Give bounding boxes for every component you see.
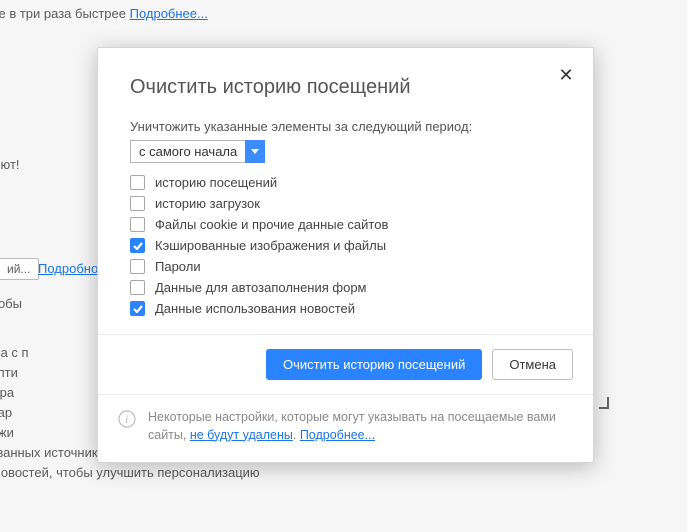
checkbox[interactable] (130, 238, 145, 253)
modal-overlay: ✕ Очистить историю посещений Уничтожить … (0, 0, 687, 532)
checkbox[interactable] (130, 259, 145, 274)
option-row: историю загрузок (130, 196, 561, 211)
option-label: историю загрузок (155, 196, 260, 211)
dialog-note: i Некоторые настройки, которые могут ука… (98, 394, 593, 462)
option-label: Файлы cookie и прочие данные сайтов (155, 217, 388, 232)
close-button[interactable]: ✕ (555, 64, 577, 86)
period-select[interactable]: с самого начала (130, 140, 561, 163)
option-label: Данные для автозаполнения форм (155, 280, 367, 295)
checkbox[interactable] (130, 217, 145, 232)
option-label: Данные использования новостей (155, 301, 355, 316)
period-select-value: с самого начала (130, 140, 245, 163)
option-label: Кэшированные изображения и файлы (155, 238, 386, 253)
option-row: Данные использования новостей (130, 301, 561, 316)
svg-text:i: i (125, 412, 128, 426)
option-row: Файлы cookie и прочие данные сайтов (130, 217, 561, 232)
note-sep: . (293, 428, 300, 442)
option-label: Пароли (155, 259, 201, 274)
checkbox[interactable] (130, 175, 145, 190)
checkbox[interactable] (130, 196, 145, 211)
close-icon: ✕ (558, 65, 573, 86)
checkbox[interactable] (130, 301, 145, 316)
cancel-button[interactable]: Отмена (492, 349, 573, 380)
options-list: историю посещений историю загрузок Файлы c… (130, 175, 561, 316)
dialog-title: Очистить историю посещений (130, 76, 561, 99)
note-link-more[interactable]: Подробнее... (300, 428, 375, 442)
option-label: историю посещений (155, 175, 277, 190)
note-link-kept[interactable]: не будут удалены (190, 428, 293, 442)
option-row: Пароли (130, 259, 561, 274)
option-row: историю посещений (130, 175, 561, 190)
period-label: Уничтожить указанные элементы за следующ… (130, 119, 561, 134)
note-text: Некоторые настройки, которые могут указы… (148, 409, 573, 444)
clear-button[interactable]: Очистить историю посещений (266, 349, 482, 380)
option-row: Кэшированные изображения и файлы (130, 238, 561, 253)
chevron-down-icon (245, 140, 265, 163)
checkbox[interactable] (130, 280, 145, 295)
dialog-body: Очистить историю посещений Уничтожить ук… (98, 48, 593, 334)
clear-history-dialog: ✕ Очистить историю посещений Уничтожить … (97, 47, 594, 463)
option-row: Данные для автозаполнения форм (130, 280, 561, 295)
info-icon: i (118, 410, 136, 428)
dialog-actions: Очистить историю посещений Отмена (98, 334, 593, 394)
